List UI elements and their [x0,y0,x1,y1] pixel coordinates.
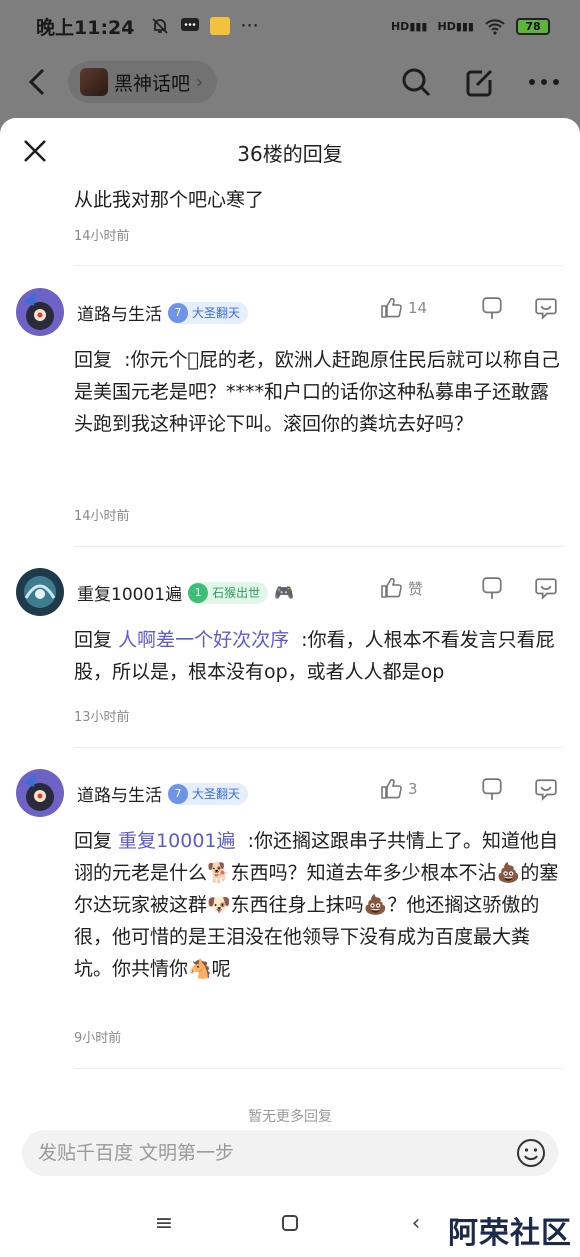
level-title: 大圣翻天 [192,306,241,320]
battery-icon: 78 [516,17,550,35]
chevron-right-icon: › [196,71,204,93]
status-bar: 晚上11:24 ··· HD▮▮▮ HD▮▮▮ 78 [0,0,580,52]
thumb-down-icon[interactable] [480,777,504,801]
divider [74,747,564,748]
reply-sheet: 36楼的回复 从此我对那个吧心寒了 14小时前 道路与生活 7 大圣翻天 14 … [0,118,580,1257]
username[interactable]: 重复10001遍 [77,580,182,605]
forum-pill[interactable]: 黑神话吧 › [68,61,218,103]
thumb-up-icon [381,577,402,598]
status-time: 晚上11:24 [36,16,135,39]
mention-link[interactable]: 人啊差一个好次次序 [118,629,289,651]
like-count: 14 [408,299,428,317]
no-more-replies: 暂无更多回复 [248,1109,332,1125]
comment-time: 9小时前 [74,1031,122,1046]
top-bar: 黑神话吧 › [0,52,580,112]
edit-icon[interactable] [464,66,496,98]
level-number: 7 [168,302,188,323]
avatar[interactable] [16,769,64,817]
comment-text: 回复 :你元个 屁的老，欧洲人赶跑原住民后就可以称自己是美国元老是吧？****和… [74,349,560,435]
username[interactable]: 道路与生活 [77,781,162,806]
avatar[interactable] [16,288,64,336]
level-badge: 7 大圣翻天 [168,301,249,324]
thumb-down-icon[interactable] [480,296,504,320]
like-button[interactable]: 14 [380,297,450,319]
mute-bell-icon [152,18,169,34]
wifi-icon [485,19,505,35]
first-reply-time: 14小时前 [74,229,130,244]
level-title: 石猴出世 [212,586,261,600]
level-number: 1 [188,582,209,603]
reply-icon[interactable] [534,777,558,801]
more-icon[interactable] [528,66,560,98]
like-button[interactable]: 3 [380,778,450,800]
close-icon[interactable] [22,138,48,164]
status-left-icons: ··· [150,15,259,37]
forum-avatar [80,68,108,96]
divider [74,546,564,547]
back-nav-icon[interactable]: ‹ [401,1208,431,1238]
game-controller-icon: 🎮 [274,583,295,602]
avatar[interactable] [16,568,64,616]
reply-icon[interactable] [534,576,558,600]
like-count: 3 [408,780,418,798]
thumb-down-icon[interactable] [480,576,504,600]
mention-link[interactable]: 重复10001遍 [118,830,235,852]
like-count: 赞 [408,579,424,598]
comment-text: 回复 人啊差一个好次次序 :你看，人根本不看发言只看屁股，所以是，根本没有op，… [74,629,555,683]
level-number: 7 [168,783,188,804]
sheet-title: 36楼的回复 [237,141,343,166]
level-title: 大圣翻天 [192,787,241,801]
more-dots-icon: ··· [240,15,259,37]
thumb-up-icon [381,297,402,318]
emoji-icon[interactable] [516,1138,546,1168]
thumb-up-icon [381,778,402,799]
forum-name: 黑神话吧 [114,72,191,95]
comment-text: 回复 重复10001遍 :你还搁这跟串子共情上了。知道他自诩的元老是什么🐕东西吗… [74,830,559,980]
like-button[interactable]: 赞 [380,577,450,599]
menu-icon[interactable]: ≡ [149,1208,179,1238]
divider [74,265,564,266]
first-reply-text: 从此我对那个吧心寒了 [74,189,265,211]
status-right: HD▮▮▮ HD▮▮▮ 78 [391,17,550,35]
search-icon[interactable] [400,66,432,98]
signal-icon-2: HD▮▮▮ [437,19,474,33]
username[interactable]: 道路与生活 [77,300,162,325]
level-badge: 1 石猴出世 [188,581,269,604]
message-icon [181,18,200,31]
level-badge: 7 大圣翻天 [168,782,249,805]
back-icon[interactable] [20,67,54,97]
watermark: 阿荣社区 [448,1216,572,1251]
home-icon[interactable] [275,1208,305,1238]
mail-icon [210,17,231,35]
reply-input[interactable] [38,1142,516,1164]
divider [74,1068,564,1069]
reply-input-bar [22,1130,558,1176]
comment-time: 13小时前 [74,710,130,725]
sheet-header: 36楼的回复 [0,118,580,186]
comment-time: 14小时前 [74,509,130,524]
reply-icon[interactable] [534,296,558,320]
signal-icon-1: HD▮▮▮ [390,19,428,33]
